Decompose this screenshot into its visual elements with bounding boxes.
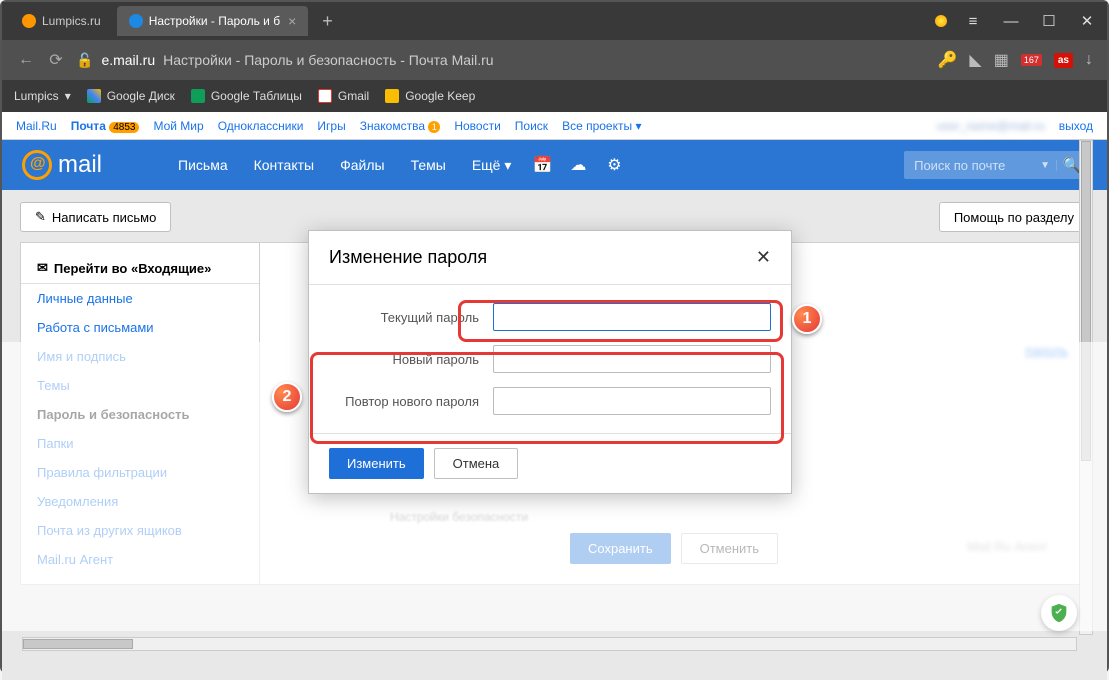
header-letters[interactable]: Письма — [168, 157, 238, 173]
nav-mail[interactable]: Почта — [71, 119, 106, 133]
nav-mailru[interactable]: Mail.Ru — [16, 119, 57, 133]
user-email[interactable]: user_name@mail.ru — [936, 119, 1044, 133]
sidebar-inbox[interactable]: ✉ Перейти во «Входящие» — [21, 253, 259, 284]
edit-icon: ✎ — [35, 209, 46, 225]
favicon-icon — [129, 14, 143, 28]
repeat-password-input[interactable] — [493, 387, 771, 415]
compose-button[interactable]: ✎ Написать письмо — [20, 202, 171, 232]
nav-news[interactable]: Новости — [454, 119, 500, 133]
favicon-icon — [22, 14, 36, 28]
new-tab-button[interactable]: + — [312, 11, 343, 32]
bookmark-sheets[interactable]: Google Таблицы — [191, 89, 302, 103]
url-domain: e.mail.ru — [101, 52, 155, 68]
url-field[interactable]: 🔓 e.mail.ru Настройки - Пароль и безопас… — [76, 52, 927, 69]
nav-games[interactable]: Игры — [317, 119, 345, 133]
sidebar-item-personal[interactable]: Личные данные — [21, 284, 259, 313]
keep-icon — [385, 89, 399, 103]
search-dropdown-icon[interactable]: ▼ — [1034, 160, 1057, 171]
callout-number-2: 2 — [272, 382, 302, 412]
browser-tab[interactable]: Lumpics.ru — [10, 6, 113, 36]
bookmark-gmail[interactable]: Gmail — [318, 89, 369, 103]
sidebar-item-letters[interactable]: Работа с письмами — [21, 313, 259, 342]
tab-title: Настройки - Пароль и б — [149, 14, 280, 28]
extension-icon[interactable]: ▦ — [994, 50, 1009, 70]
bookmark-lumpics[interactable]: Lumpics ▾ — [14, 89, 71, 103]
lastfm-icon[interactable]: as — [1054, 53, 1073, 68]
scrollbar-thumb[interactable] — [23, 639, 133, 649]
nav-myworld[interactable]: Мой Мир — [153, 119, 203, 133]
repeat-password-label: Повтор нового пароля — [329, 394, 479, 409]
logo-text: mail — [58, 151, 102, 179]
browser-tab-bar: Lumpics.ru Настройки - Пароль и б × + ≡ … — [2, 2, 1107, 40]
mailru-top-nav: Mail.Ru Почта 4853 Мой Мир Одноклассники… — [2, 112, 1107, 140]
nav-ok[interactable]: Одноклассники — [218, 119, 304, 133]
cloud-icon[interactable]: ☁ — [563, 155, 593, 175]
nav-search[interactable]: Поиск — [515, 119, 548, 133]
mail-count-badge: 4853 — [109, 122, 139, 133]
traffic-icon — [935, 15, 947, 27]
tab-close-icon[interactable]: × — [288, 13, 296, 29]
menu-icon[interactable]: ≡ — [961, 13, 985, 30]
drive-icon — [87, 89, 101, 103]
bookmarks-bar: Lumpics ▾ Google Диск Google Таблицы Gma… — [2, 80, 1107, 112]
gmail-icon — [318, 89, 332, 103]
key-icon[interactable]: 🔑 — [937, 50, 957, 70]
help-button[interactable]: Помощь по разделу — [939, 202, 1089, 232]
modal-title: Изменение пароля — [329, 247, 487, 268]
reload-icon[interactable]: ⟳ — [46, 50, 66, 70]
nav-dating[interactable]: Знакомства — [360, 119, 425, 133]
at-icon — [22, 150, 52, 180]
minimize-icon[interactable]: — — [999, 13, 1023, 30]
header-contacts[interactable]: Контакты — [244, 157, 324, 173]
url-path: Настройки - Пароль и безопасность - Почт… — [163, 52, 493, 68]
header-files[interactable]: Файлы — [330, 157, 394, 173]
close-icon[interactable]: ✕ — [1075, 12, 1099, 30]
tab-title: Lumpics.ru — [42, 14, 101, 28]
modal-cancel-button[interactable]: Отмена — [434, 448, 519, 479]
maximize-icon[interactable]: ☐ — [1037, 12, 1061, 30]
calendar-icon[interactable]: 📅 — [527, 155, 557, 175]
modal-close-icon[interactable]: ✕ — [756, 247, 771, 268]
modal-submit-button[interactable]: Изменить — [329, 448, 424, 479]
header-more[interactable]: Ещё ▾ — [462, 157, 522, 174]
nav-projects[interactable]: Все проекты ▾ — [562, 119, 641, 133]
mail-logo[interactable]: mail — [22, 150, 102, 180]
back-icon[interactable]: ← — [16, 51, 36, 69]
nav-exit[interactable]: выход — [1059, 119, 1093, 133]
browser-tab-active[interactable]: Настройки - Пароль и б × — [117, 6, 309, 36]
browser-url-bar: ← ⟳ 🔓 e.mail.ru Настройки - Пароль и без… — [2, 40, 1107, 80]
envelope-icon: ✉ — [37, 260, 48, 276]
mail-search: ▼ 🔍 — [904, 151, 1087, 179]
change-password-modal: Изменение пароля ✕ Текущий пароль Новый … — [308, 230, 792, 494]
header-themes[interactable]: Темы — [401, 157, 456, 173]
search-input[interactable] — [904, 158, 1034, 173]
new-password-input[interactable] — [493, 345, 771, 373]
lock-icon: 🔓 — [76, 52, 93, 69]
sheets-icon — [191, 89, 205, 103]
bookmark-keep[interactable]: Google Keep — [385, 89, 475, 103]
adguard-shield-icon[interactable] — [1041, 595, 1077, 631]
horizontal-scrollbar[interactable] — [22, 637, 1077, 651]
callout-number-1: 1 — [792, 304, 822, 334]
notification-badge[interactable]: 167 — [1021, 54, 1042, 66]
current-password-input[interactable] — [493, 303, 771, 331]
new-password-label: Новый пароль — [329, 352, 479, 367]
bookmark-drive[interactable]: Google Диск — [87, 89, 175, 103]
mail-header: mail Письма Контакты Файлы Темы Ещё ▾ 📅 … — [2, 140, 1107, 190]
gear-icon[interactable]: ⚙ — [599, 155, 629, 175]
bookmark-icon[interactable]: ◣ — [969, 50, 981, 70]
download-icon[interactable]: ↓ — [1085, 51, 1093, 69]
current-password-label: Текущий пароль — [329, 310, 479, 325]
dating-badge: 1 — [428, 121, 440, 133]
